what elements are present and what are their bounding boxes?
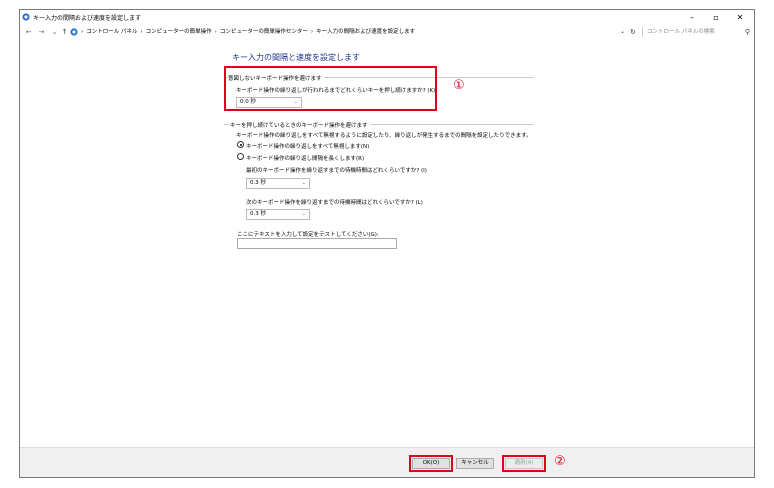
highlight-box-ok: [409, 455, 453, 472]
refresh-icon[interactable]: ↻: [630, 25, 636, 39]
search-placeholder: コントロール パネルの検索: [647, 29, 715, 35]
control-panel-window: キー入力の間隔および速度を設定します – ▫ ✕ ← → ⌄ ↑ › コントロール…: [19, 9, 755, 478]
address-bar: ← → ⌄ ↑ › コントロール パネル › コンピューターの簡単操作 › コンピューター…: [20, 25, 754, 39]
highlight-box-1: [224, 66, 437, 111]
repeat-delay-select[interactable]: 0.3 秒 ⌄: [246, 209, 310, 220]
repeat-delay-value: 0.3 秒: [250, 211, 266, 217]
main-content: キー入力の間隔と速度を設定します 意図しないキーボード操作を避けます キーボード…: [20, 40, 754, 449]
slow-repeat-radio[interactable]: [237, 153, 244, 160]
button-bar: OK(O) キャンセル 適用(A) ②: [20, 447, 754, 477]
breadcrumb: › コントロール パネル › コンピューターの簡単操作 › コンピューターの簡単操作センタ…: [78, 25, 415, 39]
highlight-box-apply: [502, 455, 546, 472]
group2-description: キーボード操作の繰り返しをすべて無視するように設定したり、繰り返しが発生するまで…: [236, 133, 532, 139]
breadcrumb-ease-of-access[interactable]: コンピューターの簡単操作: [146, 29, 212, 35]
up-arrow-icon[interactable]: ↑: [60, 25, 69, 39]
maximize-button[interactable]: ▫: [704, 10, 728, 25]
title-bar: キー入力の間隔および速度を設定します – ▫ ✕: [20, 10, 754, 25]
recent-chevron-icon[interactable]: ⌄: [50, 25, 59, 39]
forward-arrow-icon[interactable]: →: [37, 25, 46, 39]
chevron-right-icon: ›: [81, 29, 84, 35]
group2-legend: キーを押し続けているときのキーボード操作を避けます: [230, 121, 370, 129]
initial-delay-question: 最初のキーボード操作を繰り返すまでの待機時間はどれくらいですか? (I): [246, 168, 427, 174]
search-icon[interactable]: ⚲: [745, 27, 750, 37]
breadcrumb-control-panel[interactable]: コントロール パネル: [86, 29, 137, 35]
close-button[interactable]: ✕: [728, 10, 752, 25]
test-text-input[interactable]: [237, 238, 397, 249]
test-field-label: ここにテキストを入力して設定をテストしてください(G):: [237, 232, 379, 238]
cancel-button[interactable]: キャンセル: [456, 458, 494, 469]
search-input[interactable]: コントロール パネルの検索 ⚲: [642, 27, 752, 37]
breadcrumb-current[interactable]: キー入力の間隔および速度を設定します: [316, 29, 415, 35]
chevron-right-icon: ›: [310, 29, 314, 35]
marker-2: ②: [554, 454, 566, 469]
marker-1: ①: [453, 78, 465, 93]
chevron-down-icon: ⌄: [301, 180, 306, 186]
page-title: キー入力の間隔と速度を設定します: [232, 53, 360, 62]
control-panel-icon: [70, 28, 78, 36]
slow-repeat-label[interactable]: キーボード操作の繰り返し間隔を長くします(R): [246, 154, 364, 162]
chevron-right-icon: ›: [214, 29, 217, 35]
breadcrumb-ease-of-access-center[interactable]: コンピューターの簡単操作センター: [220, 29, 308, 35]
back-arrow-icon[interactable]: ←: [24, 25, 33, 39]
ignore-repeat-radio[interactable]: [237, 141, 244, 148]
initial-delay-select[interactable]: 0.3 秒 ⌄: [246, 178, 310, 189]
window-title: キー入力の間隔および速度を設定します: [33, 15, 142, 22]
initial-delay-value: 0.3 秒: [250, 180, 266, 186]
control-panel-icon: [22, 13, 30, 21]
minimize-button[interactable]: –: [680, 10, 704, 25]
ignore-repeat-label[interactable]: キーボード操作の繰り返しをすべて無視します(N): [246, 142, 369, 150]
repeat-delay-question: 次のキーボード操作を繰り返すまでの待機時間はどれくらいですか? (L): [246, 200, 423, 206]
chevron-right-icon: ›: [140, 29, 143, 35]
address-dropdown-icon[interactable]: ⌄: [620, 25, 625, 39]
chevron-down-icon: ⌄: [301, 211, 306, 217]
